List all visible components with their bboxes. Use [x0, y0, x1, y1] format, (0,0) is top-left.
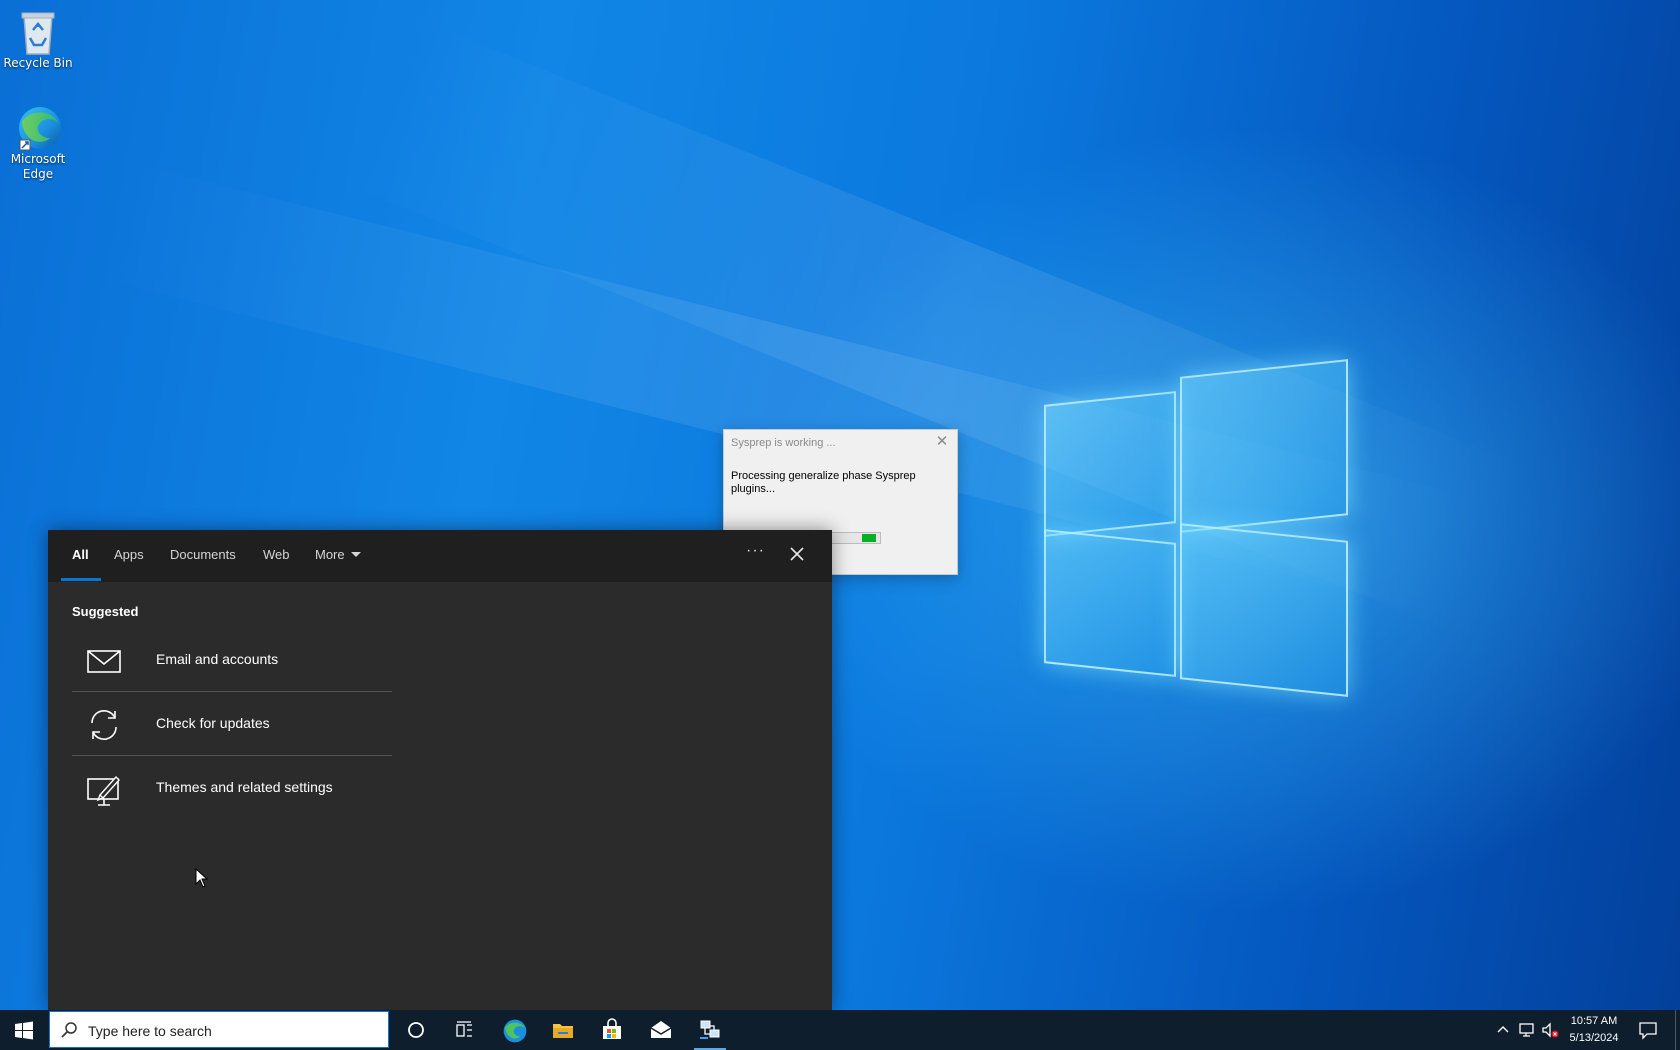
sysprep-icon	[700, 1020, 720, 1039]
dialog-close-button[interactable]: ✕	[933, 433, 951, 451]
tab-more-label: More	[315, 547, 345, 562]
recycle-bin-icon	[16, 8, 60, 55]
tab-all[interactable]: All	[72, 547, 89, 562]
suggestion-label: Themes and related settings	[156, 779, 333, 795]
suggestion-label: Check for updates	[156, 715, 270, 731]
edge-icon	[503, 1019, 527, 1043]
taskbar-store-button[interactable]	[588, 1010, 636, 1050]
chevron-up-icon[interactable]	[1494, 1021, 1512, 1039]
suggestion-email-and-accounts[interactable]: Email and accounts	[72, 629, 392, 692]
task-view-icon	[456, 1021, 472, 1037]
suggestion-check-for-updates[interactable]: Check for updates	[72, 693, 392, 756]
close-flyout-button[interactable]	[785, 542, 809, 566]
progress-bar-fill	[862, 534, 876, 542]
dialog-title: Sysprep is working ...	[731, 437, 836, 449]
taskbar-edge-button[interactable]	[490, 1010, 538, 1050]
start-icon	[15, 1021, 33, 1040]
search-flyout: All Apps Documents Web More ··· Suggeste…	[48, 530, 832, 1010]
cortana-button[interactable]	[392, 1010, 440, 1050]
taskbar: 10:57 AM 5/13/2024	[0, 1010, 1680, 1050]
mail-icon	[87, 650, 121, 673]
search-input[interactable]	[86, 1019, 380, 1043]
divider	[72, 755, 392, 756]
suggestion-themes-and-related-settings[interactable]: Themes and related settings	[72, 757, 392, 820]
divider	[72, 691, 392, 692]
tab-more[interactable]: More	[315, 547, 361, 562]
mail-icon	[650, 1021, 672, 1038]
sync-icon	[91, 709, 117, 741]
file-explorer-icon	[553, 1024, 573, 1038]
close-icon: ✕	[935, 433, 949, 450]
taskbar-clock[interactable]: 10:57 AM 5/13/2024	[1556, 1013, 1632, 1047]
desktop-icon-recycle-bin[interactable]: Recycle Bin	[0, 8, 76, 71]
network-icon[interactable]	[1518, 1021, 1536, 1039]
task-view-button[interactable]	[440, 1010, 488, 1050]
taskbar-search-box[interactable]	[49, 1011, 389, 1048]
action-center-icon[interactable]	[1638, 1020, 1658, 1040]
progress-bar	[831, 532, 881, 544]
dialog-message: Processing generalize phase Sysprep plug…	[731, 470, 916, 495]
windows-logo-wallpaper	[1040, 359, 1350, 697]
cortana-icon	[408, 1022, 424, 1038]
tab-web[interactable]: Web	[263, 547, 290, 562]
tab-documents[interactable]: Documents	[170, 547, 236, 562]
desktop-icon-label: Recycle Bin	[3, 56, 73, 70]
search-icon	[61, 1022, 77, 1038]
themes-icon	[87, 775, 120, 806]
section-label-suggested: Suggested	[72, 604, 139, 619]
mouse-cursor-icon	[195, 868, 209, 888]
clock-time: 10:57 AM	[1570, 1015, 1618, 1027]
search-tabs-bar: All Apps Documents Web More ···	[48, 530, 832, 582]
start-button[interactable]	[0, 1010, 48, 1050]
close-icon	[790, 547, 804, 561]
edge-icon	[16, 104, 61, 151]
store-icon	[603, 1018, 621, 1039]
taskbar-mail-button[interactable]	[637, 1010, 685, 1050]
suggestion-label: Email and accounts	[156, 651, 279, 667]
desktop-icon-microsoft-edge[interactable]: Microsoft Edge	[0, 104, 76, 182]
tab-apps[interactable]: Apps	[114, 547, 144, 562]
taskbar-file-explorer-button[interactable]	[539, 1010, 587, 1050]
chevron-down-icon	[350, 552, 361, 557]
show-desktop-button[interactable]	[1675, 1010, 1676, 1050]
desktop-icon-label: Microsoft Edge	[10, 152, 66, 181]
active-tab-indicator	[61, 578, 101, 581]
clock-date: 5/13/2024	[1569, 1032, 1619, 1044]
more-options-icon[interactable]: ···	[746, 542, 765, 560]
taskbar-sysprep-button[interactable]	[686, 1010, 734, 1050]
